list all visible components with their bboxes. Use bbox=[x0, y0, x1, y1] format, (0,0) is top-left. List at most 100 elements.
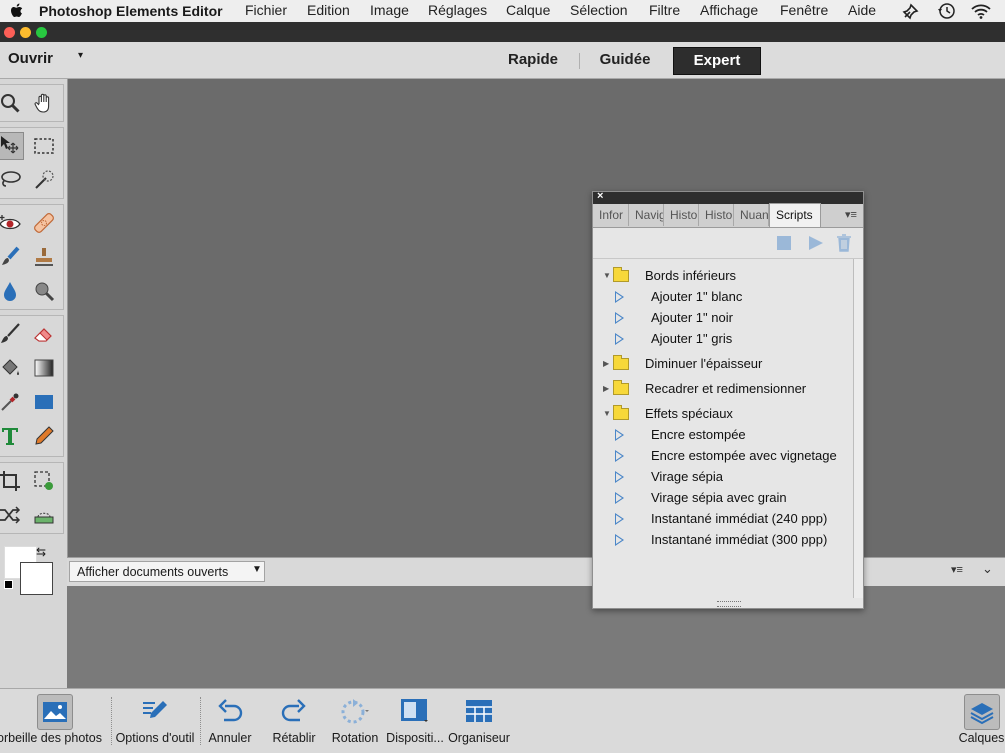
blur-tool-icon[interactable] bbox=[0, 277, 24, 305]
bin-menu-icon[interactable]: ▾≡ bbox=[951, 563, 963, 576]
apple-icon[interactable] bbox=[10, 0, 24, 22]
swap-colors-icon[interactable]: ⇆ bbox=[36, 545, 46, 559]
minimize-window-button[interactable] bbox=[20, 27, 31, 38]
script-action-row[interactable]: Instantané immédiat (240 ppp) bbox=[593, 508, 853, 529]
menu-selection[interactable]: Sélection bbox=[570, 0, 628, 22]
time-machine-icon[interactable] bbox=[936, 0, 956, 22]
menu-image[interactable]: Image bbox=[370, 0, 409, 22]
menu-filtre[interactable]: Filtre bbox=[649, 0, 680, 22]
panel-resize-grip[interactable] bbox=[717, 601, 741, 607]
rectangular-marquee-tool-icon[interactable] bbox=[30, 132, 58, 160]
menu-affichage[interactable]: Affichage bbox=[700, 0, 758, 22]
script-action-row[interactable]: Encre estompée bbox=[593, 424, 853, 445]
spot-healing-tool-icon[interactable] bbox=[30, 209, 58, 237]
play-icon[interactable] bbox=[809, 236, 823, 250]
clone-stamp-tool-icon[interactable] bbox=[30, 243, 58, 271]
panel-scrollbar[interactable] bbox=[853, 259, 863, 598]
layout-button[interactable]: Dispositi... bbox=[384, 689, 446, 753]
script-action-row[interactable]: Ajouter 1" noir bbox=[593, 307, 853, 328]
type-tool-icon[interactable] bbox=[0, 422, 24, 450]
collapsed-triangle-icon[interactable]: ▶ bbox=[603, 353, 609, 374]
background-color-swatch[interactable] bbox=[20, 562, 53, 595]
script-action-row[interactable]: Ajouter 1" blanc bbox=[593, 286, 853, 307]
mode-tab-rapide[interactable]: Rapide bbox=[497, 47, 569, 73]
pencil-tool-icon[interactable] bbox=[30, 422, 58, 450]
panel-close-icon[interactable]: × bbox=[597, 190, 603, 202]
crop-tool-icon[interactable] bbox=[0, 467, 24, 495]
stop-icon[interactable] bbox=[777, 236, 791, 250]
taskbar-separator bbox=[200, 697, 202, 745]
panel-title-bar[interactable]: × bbox=[593, 190, 863, 204]
expanded-triangle-icon[interactable]: ▼ bbox=[603, 403, 611, 424]
lasso-tool-icon[interactable] bbox=[0, 166, 24, 194]
tab-history[interactable]: Histo bbox=[664, 204, 699, 226]
rotate-button[interactable]: Rotation bbox=[328, 689, 382, 753]
panel-menu-icon[interactable]: ▾≡ bbox=[845, 208, 857, 221]
gradient-tool-icon[interactable] bbox=[30, 354, 58, 382]
close-window-button[interactable] bbox=[4, 27, 15, 38]
paint-bucket-tool-icon[interactable] bbox=[0, 354, 24, 382]
script-action-row[interactable]: Instantané immédiat (300 ppp) bbox=[593, 529, 853, 550]
folder-icon bbox=[613, 355, 629, 370]
menu-reglages[interactable]: Réglages bbox=[428, 0, 487, 22]
trash-icon[interactable] bbox=[836, 234, 852, 255]
recompose-tool-icon[interactable] bbox=[30, 467, 58, 495]
organizer-button[interactable]: Organiseur bbox=[448, 689, 510, 753]
script-group-row[interactable]: ▶ Recadrer et redimensionner bbox=[593, 378, 853, 399]
script-group-row[interactable]: ▼ Bords inférieurs bbox=[593, 265, 853, 286]
mode-tab-expert[interactable]: Expert bbox=[673, 47, 761, 75]
script-action-row[interactable]: Encre estompée avec vignetage bbox=[593, 445, 853, 466]
content-aware-move-tool-icon[interactable] bbox=[0, 501, 24, 529]
redo-button[interactable]: Rétablir bbox=[266, 689, 322, 753]
quick-selection-tool-icon[interactable] bbox=[30, 166, 58, 194]
rectangle-shape-tool-icon[interactable] bbox=[30, 388, 58, 416]
folder-icon bbox=[613, 405, 629, 420]
extension-icon[interactable] bbox=[902, 0, 920, 22]
menu-edition[interactable]: Edition bbox=[307, 0, 350, 22]
menu-aide[interactable]: Aide bbox=[848, 0, 876, 22]
document-bar: Afficher documents ouverts ▼ ▾≡ ⌄ bbox=[67, 557, 1005, 587]
layers-button[interactable]: Calques bbox=[958, 689, 1005, 753]
tab-info[interactable]: Infor bbox=[593, 204, 629, 226]
red-eye-tool-icon[interactable] bbox=[0, 209, 24, 237]
collapse-bin-chevron-icon[interactable]: ⌄ bbox=[982, 561, 993, 577]
script-action-row[interactable]: Virage sépia bbox=[593, 466, 853, 487]
zoom-tool-icon[interactable] bbox=[0, 89, 24, 117]
hand-tool-icon[interactable] bbox=[30, 89, 58, 117]
straighten-tool-icon[interactable] bbox=[30, 501, 58, 529]
tab-navigator[interactable]: Navig bbox=[629, 204, 664, 226]
tab-swatches[interactable]: Nuan bbox=[734, 204, 769, 226]
collapsed-triangle-icon[interactable]: ▶ bbox=[603, 378, 609, 399]
smart-brush-tool-icon[interactable] bbox=[0, 243, 24, 271]
open-documents-dropdown[interactable]: Afficher documents ouverts ▼ bbox=[69, 561, 265, 582]
eyedropper-tool-icon[interactable] bbox=[0, 388, 24, 416]
script-action-row[interactable]: Virage sépia avec grain bbox=[593, 487, 853, 508]
mode-tab-guidee[interactable]: Guidée bbox=[589, 47, 661, 73]
open-dropdown-caret-icon[interactable]: ▾ bbox=[78, 50, 83, 61]
script-group-name: Effets spéciaux bbox=[645, 406, 733, 421]
script-action-row[interactable]: Ajouter 1" gris bbox=[593, 328, 853, 349]
tool-options-button[interactable]: Options d'outil bbox=[112, 689, 198, 753]
menu-fenetre[interactable]: Fenêtre bbox=[780, 0, 828, 22]
menu-calque[interactable]: Calque bbox=[506, 0, 550, 22]
brush-tool-icon[interactable] bbox=[0, 320, 24, 348]
zoom-window-button[interactable] bbox=[36, 27, 47, 38]
script-action-name: Virage sépia bbox=[651, 469, 724, 484]
script-group-row[interactable]: ▶ Diminuer l'épaisseur bbox=[593, 353, 853, 374]
open-button[interactable]: Ouvrir bbox=[8, 50, 53, 67]
undo-button[interactable]: Annuler bbox=[204, 689, 256, 753]
wifi-icon[interactable] bbox=[970, 0, 992, 22]
photo-bin-button[interactable]: Corbeille des photos bbox=[0, 689, 110, 753]
tab-histogram[interactable]: Histo bbox=[699, 204, 734, 226]
tab-scripts[interactable]: Scripts bbox=[769, 203, 821, 227]
organizer-label: Organiseur bbox=[448, 731, 510, 745]
tool-group-view bbox=[0, 84, 64, 122]
app-name[interactable]: Photoshop Elements Editor bbox=[39, 0, 223, 22]
menu-fichier[interactable]: Fichier bbox=[245, 0, 287, 22]
expanded-triangle-icon[interactable]: ▼ bbox=[603, 265, 611, 286]
eraser-tool-icon[interactable] bbox=[30, 320, 58, 348]
move-tool-icon[interactable] bbox=[0, 132, 24, 160]
script-group-row[interactable]: ▼ Effets spéciaux bbox=[593, 403, 853, 424]
sponge-tool-icon[interactable] bbox=[30, 277, 58, 305]
default-colors-icon[interactable] bbox=[4, 580, 13, 589]
